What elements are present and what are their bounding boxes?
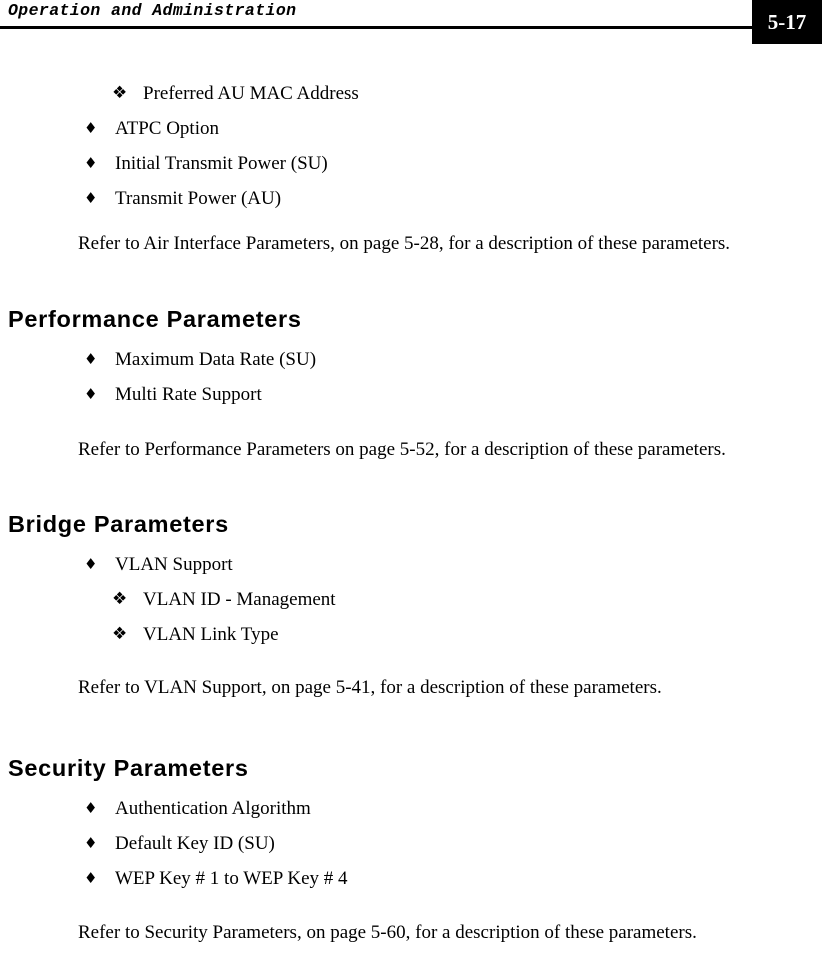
list-item-label: Authentication Algorithm	[115, 798, 311, 819]
list-item: ♦ Initial Transmit Power (SU)	[0, 146, 822, 181]
list-item-label: Preferred AU MAC Address	[143, 83, 359, 104]
list-item-label: ATPC Option	[115, 118, 219, 139]
document-page: { "header": { "running_title": "Operatio…	[0, 0, 822, 967]
list-item-label: Initial Transmit Power (SU)	[115, 153, 328, 174]
section-heading-performance-parameters: Performance Parameters	[8, 306, 302, 332]
bullet-list: ♦ Authentication Algorithm ♦ Default Key…	[0, 791, 822, 896]
list-item: ❖ VLAN Link Type	[0, 617, 822, 652]
list-item: ♦ Maximum Data Rate (SU)	[0, 342, 822, 377]
diamond-bullet-icon: ♦	[84, 555, 98, 573]
list-item: ♦ VLAN Support	[0, 547, 822, 582]
floral-diamond-bullet-icon: ❖	[112, 589, 128, 609]
running-header-title: Operation and Administration	[8, 1, 297, 20]
diamond-bullet-icon: ♦	[84, 154, 98, 172]
bullet-list: ♦ VLAN Support ❖ VLAN ID - Management ❖ …	[0, 547, 822, 652]
diamond-bullet-icon: ♦	[84, 834, 98, 852]
section-bridge-parameters: ♦ VLAN Support ❖ VLAN ID - Management ❖ …	[0, 547, 822, 652]
section-air-interface-continued: ❖ Preferred AU MAC Address ♦ ATPC Option…	[0, 76, 822, 216]
bullet-list: ❖ Preferred AU MAC Address ♦ ATPC Option…	[0, 76, 822, 216]
section-heading-security-parameters: Security Parameters	[8, 755, 249, 781]
list-item: ❖ VLAN ID - Management	[0, 582, 822, 617]
section-performance-parameters: ♦ Maximum Data Rate (SU) ♦ Multi Rate Su…	[0, 342, 822, 412]
page-header: Operation and Administration 5-17	[0, 0, 822, 46]
diamond-bullet-icon: ♦	[84, 189, 98, 207]
list-item: ♦ Multi Rate Support	[0, 377, 822, 412]
diamond-bullet-icon: ♦	[84, 119, 98, 137]
list-item-label: VLAN Link Type	[143, 624, 279, 645]
list-item-label: VLAN ID - Management	[143, 589, 336, 610]
floral-diamond-bullet-icon: ❖	[112, 83, 128, 103]
floral-diamond-bullet-icon: ❖	[112, 624, 128, 644]
list-item-label: Multi Rate Support	[115, 384, 262, 405]
list-item-label: Maximum Data Rate (SU)	[115, 349, 317, 370]
list-item-label: WEP Key # 1 to WEP Key # 4	[115, 868, 348, 889]
header-rule	[0, 26, 768, 29]
section-security-parameters: ♦ Authentication Algorithm ♦ Default Key…	[0, 791, 822, 896]
list-item: ♦ Default Key ID (SU)	[0, 826, 822, 861]
bullet-list: ♦ Maximum Data Rate (SU) ♦ Multi Rate Su…	[0, 342, 822, 412]
section-reference-paragraph: Refer to VLAN Support, on page 5-41, for…	[78, 677, 662, 698]
diamond-bullet-icon: ♦	[84, 350, 98, 368]
section-reference-paragraph: Refer to Performance Parameters on page …	[78, 439, 726, 460]
page-number: 5-17	[767, 9, 807, 34]
list-item-label: VLAN Support	[115, 554, 233, 575]
list-item: ♦ Authentication Algorithm	[0, 791, 822, 826]
page-number-badge: 5-17	[752, 0, 822, 44]
section-heading-bridge-parameters: Bridge Parameters	[8, 511, 229, 537]
section-reference-paragraph: Refer to Security Parameters, on page 5-…	[78, 922, 697, 943]
list-item-label: Transmit Power (AU)	[115, 188, 282, 209]
list-item: ❖ Preferred AU MAC Address	[0, 76, 822, 111]
section-reference-paragraph: Refer to Air Interface Parameters, on pa…	[78, 233, 731, 254]
diamond-bullet-icon: ♦	[84, 385, 98, 403]
list-item-label: Default Key ID (SU)	[115, 833, 275, 854]
diamond-bullet-icon: ♦	[84, 869, 98, 887]
diamond-bullet-icon: ♦	[84, 799, 98, 817]
list-item: ♦ ATPC Option	[0, 111, 822, 146]
list-item: ♦ WEP Key # 1 to WEP Key # 4	[0, 861, 822, 896]
list-item: ♦ Transmit Power (AU)	[0, 181, 822, 216]
